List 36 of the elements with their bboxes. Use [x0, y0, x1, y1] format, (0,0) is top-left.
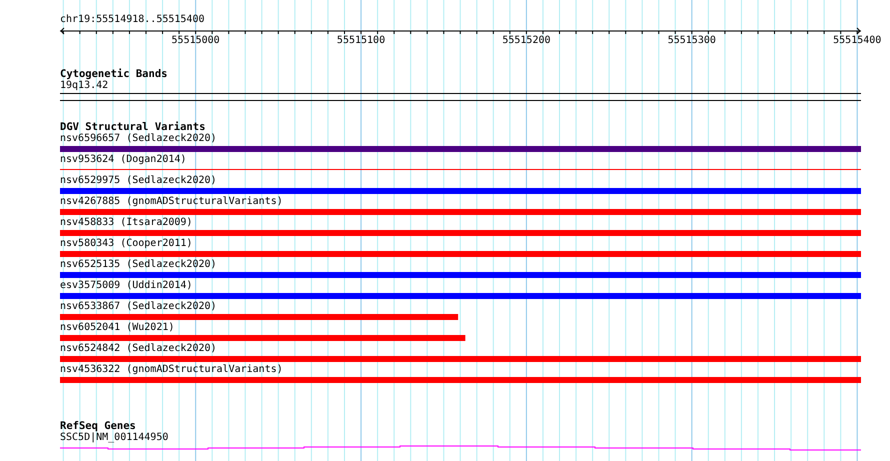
variant-bar[interactable]	[60, 314, 458, 320]
variant-label: nsv6052041 (Wu2021)	[60, 322, 174, 334]
ruler-tick-label: 55515300	[668, 35, 716, 47]
variant-bar[interactable]	[60, 293, 861, 299]
variant-label: nsv458833 (Itsara2009)	[60, 217, 192, 229]
track-title: DGV Structural Variants	[60, 121, 206, 133]
variant-bar[interactable]	[60, 146, 861, 152]
variant-line[interactable]	[60, 169, 861, 170]
variant-label: nsv580343 (Cooper2011)	[60, 238, 192, 250]
variant-bar[interactable]	[60, 377, 861, 383]
ruler-tick-label: 55515400	[833, 35, 882, 47]
variant-bar[interactable]	[60, 272, 861, 278]
ruler-tick-label: 55515200	[502, 35, 550, 47]
ruler-tick-label: 55515000	[172, 35, 220, 47]
variant-bar[interactable]	[60, 251, 861, 257]
variant-label: nsv4536322 (gnomADStructuralVariants)	[60, 364, 283, 376]
band-label: 19q13.42	[60, 80, 108, 92]
variant-label: nsv6524842 (Sedlazeck2020)	[60, 343, 217, 355]
variant-bar[interactable]	[60, 230, 861, 236]
variant-label: nsv6533867 (Sedlazeck2020)	[60, 301, 217, 313]
variant-label: nsv6596657 (Sedlazeck2020)	[60, 133, 217, 145]
variant-label: nsv6529975 (Sedlazeck2020)	[60, 175, 217, 187]
gene-label: SSC5D|NM_001144950	[60, 432, 170, 444]
gene-line-drawing[interactable]	[60, 446, 861, 450]
variant-label: nsv6525135 (Sedlazeck2020)	[60, 259, 217, 271]
variant-label: esv3575009 (Uddin2014)	[60, 280, 192, 292]
variant-bar[interactable]	[60, 356, 861, 362]
variant-bar[interactable]	[60, 188, 861, 194]
variant-label: nsv953624 (Dogan2014)	[60, 154, 186, 166]
position-label: chr19:55514918..55515400	[60, 14, 204, 26]
variant-label: nsv4267885 (gnomADStructuralVariants)	[60, 196, 283, 208]
variant-bar[interactable]	[60, 209, 861, 215]
track-title: Cytogenetic Bands	[60, 68, 168, 80]
variant-bar[interactable]	[60, 335, 466, 341]
track-title: RefSeq Genes	[60, 420, 137, 432]
ruler-tick-label: 55515100	[336, 35, 386, 47]
